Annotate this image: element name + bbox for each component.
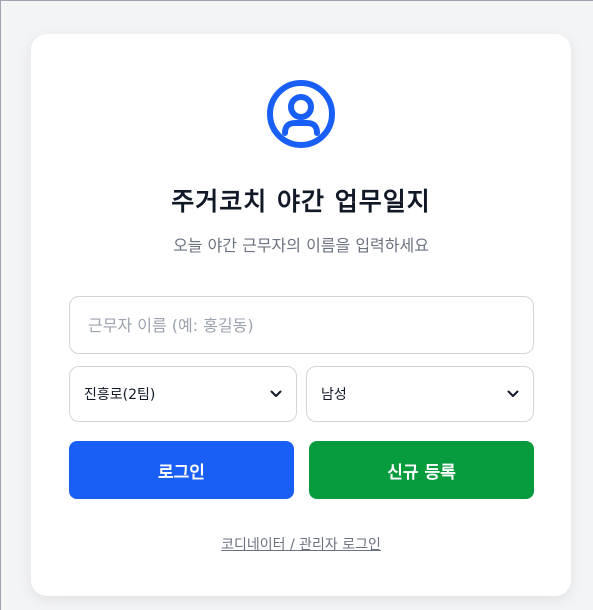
chevron-down-icon <box>270 388 282 400</box>
admin-login-link[interactable]: 코디네이터 / 관리자 로그인 <box>31 534 571 554</box>
chevron-down-icon <box>507 388 519 400</box>
login-card: 주거코치 야간 업무일지 오늘 야간 근무자의 이름을 입력하세요 진흥로(2팀… <box>31 34 571 596</box>
login-button[interactable]: 로그인 <box>69 441 294 499</box>
page-title: 주거코치 야간 업무일지 <box>171 187 431 216</box>
worker-name-input[interactable] <box>69 296 534 354</box>
team-select[interactable]: 진흥로(2팀) <box>69 366 297 422</box>
gender-select[interactable]: 남성 <box>306 366 534 422</box>
team-select-value: 진흥로(2팀) <box>84 387 156 403</box>
register-button[interactable]: 신규 등록 <box>309 441 534 499</box>
page-subtitle: 오늘 야간 근무자의 이름을 입력하세요 <box>173 236 429 255</box>
user-circle-icon <box>265 78 337 150</box>
gender-select-value: 남성 <box>321 387 347 403</box>
